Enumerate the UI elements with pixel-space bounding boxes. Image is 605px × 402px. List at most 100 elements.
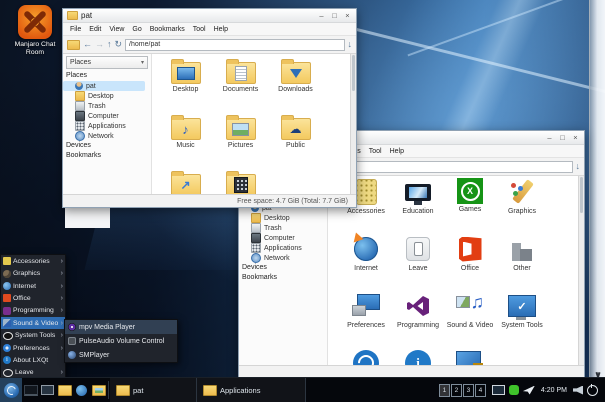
menu-item-internet[interactable]: Internet› xyxy=(1,280,65,292)
sidebar-section-devices[interactable]: Devices xyxy=(63,141,151,151)
menu-tool[interactable]: Tool xyxy=(189,26,210,33)
app-internet[interactable]: Internet xyxy=(340,233,392,290)
app-games[interactable]: X Games xyxy=(444,176,496,233)
window-titlebar[interactable]: pat – □ × xyxy=(63,9,356,23)
volume-icon[interactable] xyxy=(573,386,583,395)
sidebar-item-trash[interactable]: Trash xyxy=(239,223,321,233)
up-button[interactable]: ↑ xyxy=(107,40,112,49)
app-system-tools[interactable]: ✓ System Tools xyxy=(496,290,548,347)
refresh-button[interactable]: ↻ xyxy=(115,40,123,49)
address-bar[interactable] xyxy=(125,39,344,51)
sidebar-item-computer[interactable]: Computer xyxy=(239,233,321,243)
system-tools-icon xyxy=(3,332,13,340)
quicklaunch-file-manager[interactable] xyxy=(56,378,73,402)
folder-public[interactable]: ☁ Public xyxy=(268,111,323,167)
app-programming[interactable]: Programming xyxy=(392,290,444,347)
close-button[interactable]: × xyxy=(571,133,580,142)
app-leave[interactable]: Leave xyxy=(392,233,444,290)
app-office[interactable]: Office xyxy=(444,233,496,290)
workspace-1[interactable]: 1 xyxy=(439,384,450,397)
folder-icon-view: Desktop Documents Downloads ♪ Music Pict… xyxy=(152,54,350,194)
menu-file[interactable]: File xyxy=(66,26,85,33)
sidebar-item-computer[interactable]: Computer xyxy=(63,111,145,121)
clock[interactable]: 4:20 PM xyxy=(541,387,567,394)
quicklaunch-browser[interactable] xyxy=(73,378,90,402)
sidebar-item-applications[interactable]: Applications xyxy=(239,243,321,253)
sidebar-item-desktop[interactable]: Desktop xyxy=(239,213,321,223)
scrollbar[interactable] xyxy=(350,54,356,194)
address-dropdown-button[interactable]: ↓ xyxy=(348,40,353,49)
app-graphics[interactable]: Graphics xyxy=(496,176,548,233)
new-folder-button[interactable] xyxy=(67,40,80,50)
menu-bookmarks[interactable]: Bookmarks xyxy=(146,26,189,33)
file-manager-window-pat: pat – □ × File Edit View Go Bookmarks To… xyxy=(62,8,357,208)
minimize-button[interactable]: – xyxy=(317,11,326,20)
places-combo[interactable]: Places ▾ xyxy=(66,56,148,69)
scrollbar[interactable] xyxy=(578,176,584,365)
folder-desktop[interactable]: Desktop xyxy=(158,55,213,111)
folder-downloads[interactable]: Downloads xyxy=(268,55,323,111)
quicklaunch-pictures[interactable] xyxy=(90,378,107,402)
menu-help[interactable]: Help xyxy=(210,26,232,33)
back-button[interactable]: ← xyxy=(83,40,92,49)
menu-item-programming[interactable]: Programming› xyxy=(1,305,65,317)
folder-symlink[interactable]: ↗ xyxy=(158,167,213,194)
app-other[interactable]: Other xyxy=(496,233,548,290)
submenu-item-pulseaudio[interactable]: PulseAudio Volume Control xyxy=(65,334,177,348)
submenu-item-mpv[interactable]: mpv Media Player xyxy=(65,320,177,334)
menu-help[interactable]: Help xyxy=(386,148,408,155)
quicklaunch-laptop[interactable] xyxy=(22,378,39,402)
close-button[interactable]: × xyxy=(343,11,352,20)
menu-item-sound-video[interactable]: Sound & Video› xyxy=(1,317,65,329)
sidebar-item-trash[interactable]: Trash xyxy=(63,101,145,111)
sidebar-item-network[interactable]: Network xyxy=(63,131,145,141)
menu-item-office[interactable]: Office› xyxy=(1,292,65,304)
sidebar-section-bookmarks[interactable]: Bookmarks xyxy=(239,273,327,283)
quicklaunch-display[interactable] xyxy=(39,378,56,402)
taskbar-task-applications[interactable]: Applications xyxy=(197,378,306,402)
menu-item-graphics[interactable]: Graphics› xyxy=(1,267,65,279)
sidebar-section-devices[interactable]: Devices xyxy=(239,263,327,273)
sidebar-item-pat[interactable]: pat xyxy=(63,81,145,91)
display-tray-icon[interactable] xyxy=(492,385,505,395)
menu-item-accessories[interactable]: Accessories› xyxy=(1,255,65,267)
forward-button[interactable]: → xyxy=(95,40,104,49)
menu-view[interactable]: View xyxy=(105,26,128,33)
power-icon[interactable] xyxy=(587,385,598,396)
app-sound-video[interactable]: ♫ Sound & Video xyxy=(444,290,496,347)
folder-documents[interactable]: Documents xyxy=(213,55,268,111)
maximize-button[interactable]: □ xyxy=(330,11,339,20)
menu-go[interactable]: Go xyxy=(128,26,145,33)
workspace-3[interactable]: 3 xyxy=(463,384,474,397)
menu-edit[interactable]: Edit xyxy=(85,26,105,33)
workspace-2[interactable]: 2 xyxy=(451,384,462,397)
sidebar-item-desktop[interactable]: Desktop xyxy=(63,91,145,101)
sidebar-section-bookmarks[interactable]: Bookmarks xyxy=(63,151,151,161)
folder-videos[interactable]: Videos xyxy=(213,167,268,194)
desktop-shortcut-manjaro-chat-room[interactable]: Manjaro Chat Room xyxy=(8,5,62,58)
app-preferences[interactable]: Preferences xyxy=(340,290,392,347)
folder-music[interactable]: ♪ Music xyxy=(158,111,213,167)
taskbar-task-pat[interactable]: pat xyxy=(110,378,197,402)
menu-item-preferences[interactable]: Preferences› xyxy=(1,342,65,354)
tray-shape-icon[interactable] xyxy=(523,386,535,395)
manjaro-chat-room-icon xyxy=(18,5,52,39)
start-button[interactable] xyxy=(0,378,22,402)
submenu-item-smplayer[interactable]: SMPlayer xyxy=(65,348,177,362)
menu-item-system-tools[interactable]: System Tools› xyxy=(1,329,65,341)
app-universal-access[interactable]: Universal Access xyxy=(340,347,392,365)
address-dropdown-button[interactable]: ↓ xyxy=(576,162,581,171)
sidebar-item-applications[interactable]: Applications xyxy=(63,121,145,131)
menu-item-about-lxqt[interactable]: iAbout LXQt xyxy=(1,354,65,366)
app-education[interactable]: Education xyxy=(392,176,444,233)
menu-tool[interactable]: Tool xyxy=(365,148,386,155)
app-about-lxqt[interactable]: i About LXQt xyxy=(392,347,444,365)
folder-pictures[interactable]: Pictures xyxy=(213,111,268,167)
minimize-button[interactable]: – xyxy=(545,133,554,142)
sidebar-item-network[interactable]: Network xyxy=(239,253,321,263)
app-lock-screen[interactable]: Lock Screen xyxy=(444,347,496,365)
submenu-arrow-icon: › xyxy=(61,295,63,302)
workspace-4[interactable]: 4 xyxy=(475,384,486,397)
maximize-button[interactable]: □ xyxy=(558,133,567,142)
notifier-tray-icon[interactable] xyxy=(509,385,519,395)
